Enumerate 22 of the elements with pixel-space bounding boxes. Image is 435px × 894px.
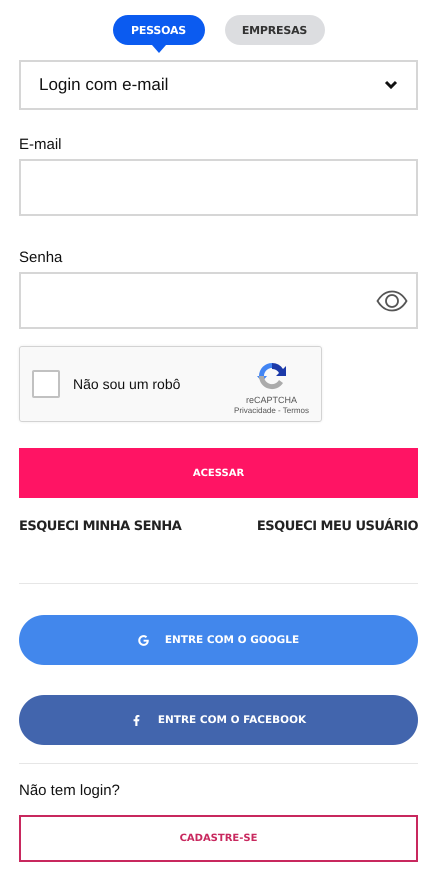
checkbox[interactable] [32,370,60,398]
password-field[interactable] [19,272,418,329]
field-label: E-mail [19,136,63,153]
social-login-button[interactable]: ENTRE COM O GOOGLE [19,615,418,665]
email-field[interactable] [19,159,418,216]
tab-pointer [152,45,166,53]
f-logo-icon [130,714,142,726]
forgot-link[interactable]: ESQUECI MINHA SENHA [19,519,182,534]
tab[interactable]: EMPRESAS [224,15,324,45]
captcha-brand: reCAPTCHA [246,394,297,404]
signup-button[interactable]: CADASTRE-SE [19,815,418,862]
g-logo-icon [138,634,149,646]
captcha-links[interactable]: Privacidade - Termos [234,406,309,414]
field-label: Senha [19,249,64,266]
social-login-button[interactable]: ENTRE COM O FACEBOOK [19,695,418,745]
chevron-down-icon [384,80,398,90]
forgot-link[interactable]: ESQUECI MEU USUÁRIO [256,519,418,534]
captcha-label: Não sou um robô [73,376,182,392]
eye-icon[interactable] [376,290,408,312]
submit-button[interactable]: ACESSAR [19,448,418,498]
signup-prompt: Não tem login? [19,782,121,799]
login-method-dropdown[interactable]: Login com e-mail [19,60,418,110]
